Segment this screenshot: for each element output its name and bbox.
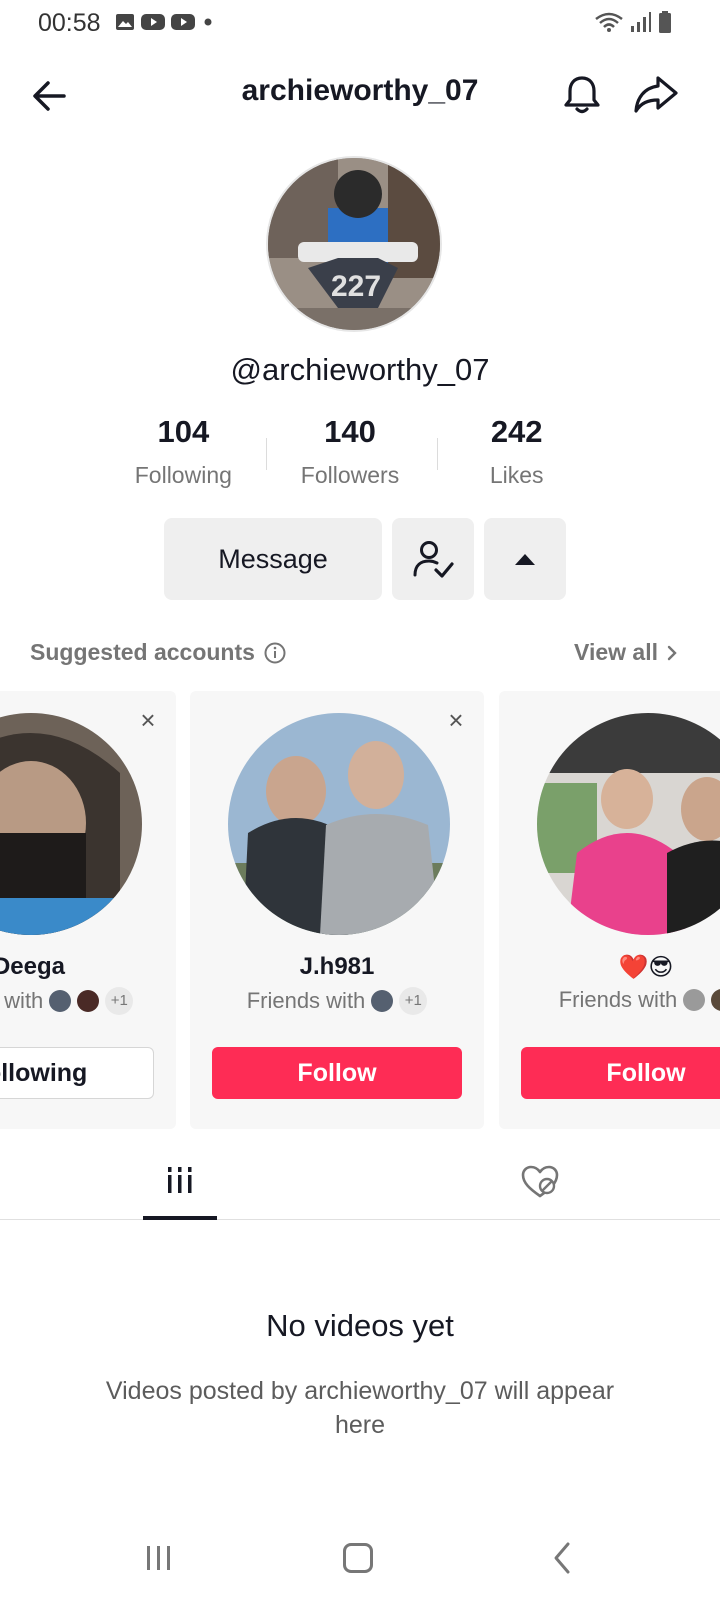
profile-tabs (0, 1144, 720, 1220)
follow-button[interactable]: Follow (521, 1047, 720, 1099)
signal-icon (631, 12, 651, 32)
mutual-avatar (711, 989, 720, 1011)
friends-with-text: Friends with (246, 988, 366, 1013)
chevron-right-icon (667, 645, 677, 660)
mutual-avatar (49, 990, 72, 1012)
share-icon (634, 76, 678, 113)
follow-button[interactable]: Follow (212, 1047, 462, 1099)
stat-value: 104 (157, 414, 210, 449)
stat-label: Following (134, 462, 232, 488)
message-button[interactable]: Message (164, 518, 382, 600)
suggested-card[interactable]: × J.h981 Friends with +1 Follow (190, 691, 484, 1129)
system-nav-bar (0, 1510, 720, 1600)
divider (266, 438, 267, 470)
friends-with-text: Friends with (558, 987, 678, 1012)
avatar-image: 227 (268, 158, 440, 330)
empty-state-description: Videos posted by archieworthy_07 will ap… (105, 1377, 615, 1439)
svg-text:227: 227 (331, 270, 381, 303)
triangle-up-icon (515, 554, 535, 565)
divider (437, 438, 438, 470)
stat-label: Likes (489, 462, 544, 488)
stat-value: 242 (490, 414, 543, 449)
person-check-icon (413, 541, 454, 578)
profile-stats: 104 Following 140 Followers 242 Likes (100, 414, 600, 494)
bell-icon (564, 76, 600, 114)
more-mutuals-badge: +1 (399, 987, 428, 1015)
more-mutuals-badge: +1 (105, 987, 134, 1015)
stat-value: 140 (324, 414, 376, 449)
image-icon (116, 14, 134, 30)
suggested-card[interactable]: ❤️😎 Friends with Follow (499, 691, 720, 1129)
view-all-link[interactable]: View all (574, 639, 678, 666)
status-time: 00:58 (38, 9, 101, 37)
mutual-avatar (371, 990, 394, 1012)
profile-avatar[interactable]: 227 (266, 156, 442, 332)
following-button[interactable]: Following (0, 1047, 154, 1099)
card-mutual-friends: Friends with (499, 987, 720, 1013)
dismiss-close-icon[interactable]: × (136, 707, 160, 733)
card-avatar[interactable] (228, 713, 450, 935)
grid-icon (168, 1167, 192, 1193)
card-avatar[interactable] (0, 713, 142, 935)
share-button[interactable] (632, 72, 680, 116)
avatar-image (228, 713, 450, 935)
card-username: Deega (0, 953, 66, 980)
profile-header: archieworthy_07 (0, 60, 720, 130)
friends-with-text: Friends with (0, 988, 44, 1013)
empty-state-title: No videos yet (266, 1308, 454, 1343)
stat-followers[interactable]: 140 Followers (267, 414, 434, 494)
battery-icon (659, 11, 671, 33)
suggested-title-text: Suggested accounts (30, 639, 255, 665)
card-avatar[interactable] (537, 713, 720, 935)
avatar-image (537, 713, 720, 935)
mutual-avatar (683, 989, 706, 1011)
suggested-card[interactable]: × Deega Friends with +1 Following (0, 691, 176, 1129)
stat-likes[interactable]: 242 Likes (433, 414, 600, 494)
view-all-text: View all (574, 639, 658, 665)
profile-actions: Message (164, 518, 566, 600)
dot-icon (204, 18, 212, 26)
stat-following[interactable]: 104 Following (100, 414, 267, 494)
hidden-heart-icon (521, 1165, 559, 1198)
recent-apps-icon[interactable] (144, 1544, 174, 1572)
card-username: J.h981 (299, 953, 375, 980)
page-title: archieworthy_07 (241, 74, 479, 107)
card-mutual-friends: Friends with +1 (0, 987, 176, 1015)
system-icons (594, 11, 672, 33)
wifi-icon (595, 12, 623, 32)
notifications-button[interactable] (560, 72, 604, 116)
tab-liked[interactable] (500, 1144, 580, 1220)
card-username: ❤️😎 (618, 954, 674, 981)
suggested-accounts-title: Suggested accounts (30, 639, 287, 666)
suggested-accounts-carousel[interactable]: × Deega Friends with +1 Following × (0, 691, 720, 1129)
info-icon[interactable] (263, 641, 287, 665)
mutual-avatar (77, 990, 100, 1012)
youtube-icon (171, 14, 195, 30)
notification-icons (115, 13, 215, 31)
stat-label: Followers (300, 462, 400, 488)
card-mutual-friends: Friends with +1 (190, 987, 484, 1015)
tab-videos[interactable] (143, 1144, 217, 1220)
youtube-icon (141, 14, 165, 30)
home-button-icon[interactable] (343, 1543, 373, 1573)
status-bar: 00:58 (0, 0, 720, 44)
nav-back-icon[interactable] (548, 1540, 576, 1576)
suggestions-toggle-button[interactable] (484, 518, 566, 600)
profile-handle: @archieworthy_07 (230, 352, 490, 387)
friends-button[interactable] (392, 518, 474, 600)
avatar-image (0, 713, 142, 935)
dismiss-close-icon[interactable]: × (444, 707, 468, 733)
